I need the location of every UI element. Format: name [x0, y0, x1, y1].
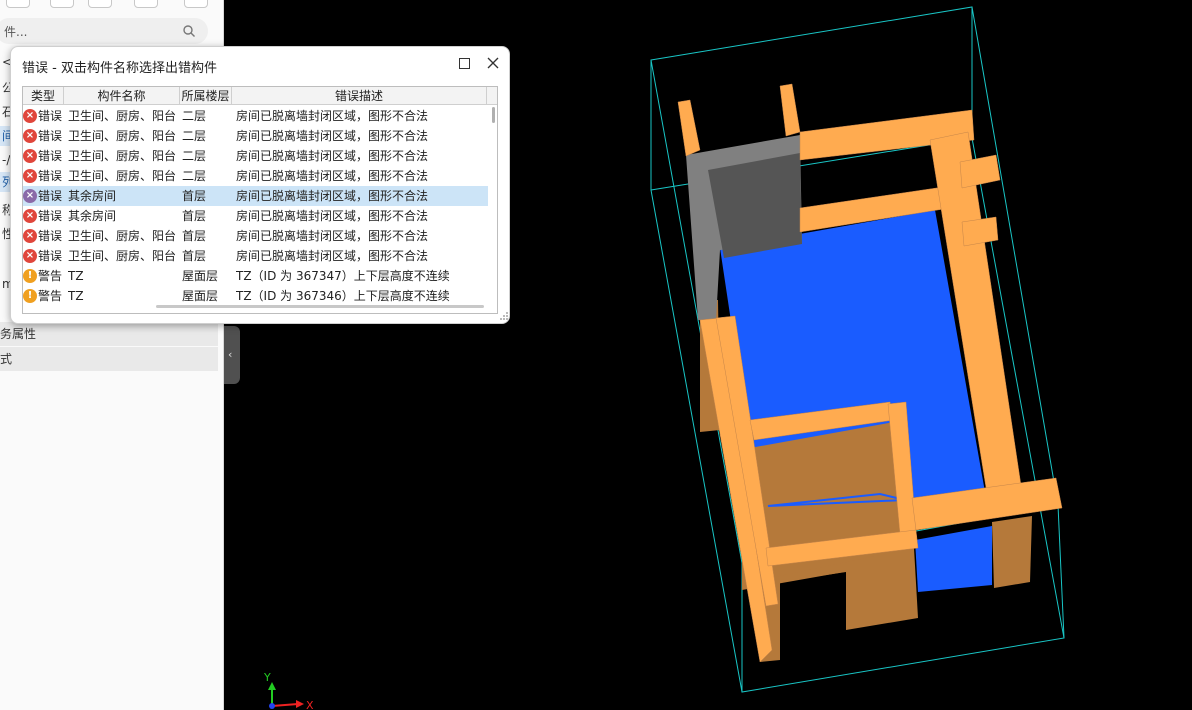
cell-floor: 首层 [182, 249, 207, 263]
error-icon: × [23, 249, 37, 263]
cell-floor: 首层 [182, 229, 207, 243]
cell-component-name[interactable]: 其余房间 [68, 206, 180, 226]
vertical-scrollbar[interactable] [492, 107, 495, 123]
search-icon[interactable] [182, 24, 196, 38]
cell-type: × 错误 [23, 246, 64, 266]
cell-description: 房间已脱离墙封闭区域，图形不合法 [236, 209, 429, 223]
table-row[interactable]: × 错误 其余房间 首层 房间已脱离墙封闭区域，图形不合法 [23, 186, 488, 206]
table-row[interactable]: × 错误 卫生间、厨房、阳台 二层 房间已脱离墙封闭区域，图形不合法 [23, 146, 488, 166]
cell-floor: 二层 [182, 169, 207, 183]
cell-type: ! 警告 [23, 286, 64, 306]
horizontal-scrollbar[interactable] [156, 305, 484, 308]
maximize-icon[interactable] [459, 58, 470, 69]
type-label: 警告 [38, 289, 63, 303]
type-label: 错误 [38, 109, 63, 123]
cell-floor: 二层 [182, 109, 207, 123]
cell-description: 房间已脱离墙封闭区域，图形不合法 [236, 109, 429, 123]
cell-description: 房间已脱离墙封闭区域，图形不合法 [236, 189, 429, 203]
cell-component-name[interactable]: 卫生间、厨房、阳台 [68, 126, 180, 146]
cell-description: 房间已脱离墙封闭区域，图形不合法 [236, 149, 429, 163]
cell-type: × 错误 [23, 106, 64, 126]
cell-floor: 二层 [182, 149, 207, 163]
table-row[interactable]: × 错误 卫生间、厨房、阳台 二层 房间已脱离墙封闭区域，图形不合法 [23, 126, 488, 146]
type-label: 错误 [38, 249, 63, 263]
error-icon: × [23, 229, 37, 243]
table-header: 类型 构件名称 所属楼层 错误描述 [23, 87, 497, 105]
cell-type: × 错误 [23, 226, 64, 246]
axis-y-label: Y [263, 671, 271, 684]
warning-icon: ! [23, 269, 37, 283]
resize-grip-icon[interactable] [499, 311, 509, 321]
cell-type: × 错误 [23, 186, 64, 206]
cell-type: × 错误 [23, 166, 64, 186]
table-row[interactable]: × 错误 卫生间、厨房、阳台 二层 房间已脱离墙封闭区域，图形不合法 [23, 166, 488, 186]
tree-item[interactable]: -/ [0, 150, 10, 170]
cell-floor: 二层 [182, 129, 207, 143]
section-header-business-properties[interactable]: 务属性 [0, 322, 218, 346]
toolbar-button-2[interactable] [50, 0, 74, 8]
column-header-type[interactable]: 类型 [23, 87, 64, 105]
type-label: 错误 [38, 229, 63, 243]
cell-type: × 错误 [23, 146, 64, 166]
cell-component-name[interactable]: 卫生间、厨房、阳台 [68, 166, 180, 186]
type-label: 错误 [38, 189, 63, 203]
cell-component-name[interactable]: TZ [68, 286, 180, 306]
cell-component-name[interactable]: 卫生间、厨房、阳台 [68, 226, 180, 246]
cell-description: 房间已脱离墙封闭区域，图形不合法 [236, 169, 429, 183]
table-row[interactable]: ! 警告 TZ 屋面层 TZ（ID 为 367346）上下层高度不连续 [23, 286, 488, 306]
cell-component-name[interactable]: 其余房间 [68, 186, 180, 206]
axis-x-label: X [306, 699, 314, 710]
table-row[interactable]: × 错误 其余房间 首层 房间已脱离墙封闭区域，图形不合法 [23, 206, 488, 226]
error-icon: × [23, 149, 37, 163]
error-dialog: 错误 - 双击构件名称选择出错构件 类型 构件名称 所属楼层 错误描述 × 错误卫… [10, 46, 510, 324]
type-label: 错误 [38, 169, 63, 183]
error-icon: × [23, 129, 37, 143]
table-row[interactable]: × 错误 卫生间、厨房、阳台 首层 房间已脱离墙封闭区域，图形不合法 [23, 246, 488, 266]
panel-collapse-handle[interactable]: ‹ [224, 326, 240, 384]
cell-description: 房间已脱离墙封闭区域，图形不合法 [236, 249, 429, 263]
cell-type: ! 警告 [23, 266, 64, 286]
toolbar-button-3[interactable] [88, 0, 112, 8]
cell-floor: 屋面层 [182, 269, 219, 283]
cell-floor: 首层 [182, 189, 207, 203]
cell-type: × 错误 [23, 206, 64, 226]
close-icon[interactable] [485, 55, 501, 71]
error-icon: × [23, 209, 37, 223]
axis-indicator: Y X [263, 671, 314, 710]
cell-description: 房间已脱离墙封闭区域，图形不合法 [236, 229, 429, 243]
cell-component-name[interactable]: 卫生间、厨房、阳台 [68, 146, 180, 166]
table-row[interactable]: × 错误 卫生间、厨房、阳台 二层 房间已脱离墙封闭区域，图形不合法 [23, 106, 488, 126]
error-icon: × [23, 189, 37, 203]
chevron-left-icon: ‹ [228, 348, 233, 361]
cell-type: × 错误 [23, 126, 64, 146]
type-label: 错误 [38, 149, 63, 163]
search-placeholder: 件... [4, 25, 28, 39]
type-label: 错误 [38, 129, 63, 143]
error-table: 类型 构件名称 所属楼层 错误描述 × 错误 卫生间、厨房、阳台 二层 房间已脱离墙封闭… [22, 86, 498, 314]
component-search-box[interactable]: 件... [0, 18, 208, 44]
error-icon: × [23, 109, 37, 123]
cell-description: 房间已脱离墙封闭区域，图形不合法 [236, 129, 429, 143]
cell-description: TZ（ID 为 367346）上下层高度不连续 [236, 289, 450, 303]
type-label: 警告 [38, 269, 63, 283]
toolbar-button-4[interactable] [134, 0, 158, 8]
column-header-name[interactable]: 构件名称 [64, 87, 180, 105]
column-header-floor[interactable]: 所属楼层 [180, 87, 232, 105]
warning-icon: ! [23, 289, 37, 303]
dialog-title: 错误 - 双击构件名称选择出错构件 [22, 61, 217, 76]
cell-component-name[interactable]: 卫生间、厨房、阳台 [68, 106, 180, 126]
section-header-style[interactable]: 式 [0, 347, 218, 371]
cell-component-name[interactable]: 卫生间、厨房、阳台 [68, 246, 180, 266]
cell-component-name[interactable]: TZ [68, 266, 180, 286]
cell-floor: 屋面层 [182, 289, 219, 303]
cell-description: TZ（ID 为 367347）上下层高度不连续 [236, 269, 450, 283]
error-icon: × [23, 169, 37, 183]
table-row[interactable]: × 错误 卫生间、厨房、阳台 首层 房间已脱离墙封闭区域，图形不合法 [23, 226, 488, 246]
toolbar-button-5[interactable] [184, 0, 208, 8]
column-header-description[interactable]: 错误描述 [232, 87, 487, 105]
table-row[interactable]: ! 警告 TZ 屋面层 TZ（ID 为 367347）上下层高度不连续 [23, 266, 488, 286]
cell-floor: 首层 [182, 209, 207, 223]
type-label: 错误 [38, 209, 63, 223]
toolbar-button-1[interactable] [6, 0, 30, 8]
